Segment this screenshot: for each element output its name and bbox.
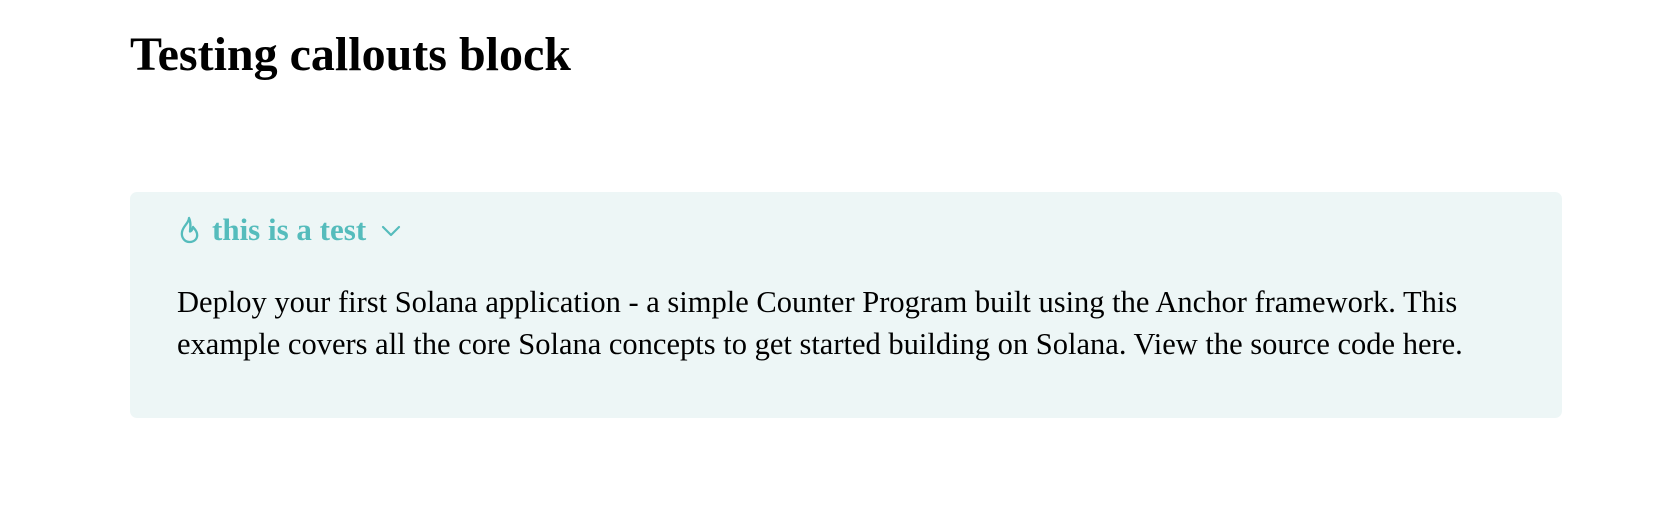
callout-title: this is a test (212, 212, 367, 247)
callout-toggle[interactable]: this is a test (176, 212, 402, 248)
callout-body-text: Deploy your first Solana application - a… (177, 285, 1463, 361)
callout-block: this is a test Deploy your first Solana … (130, 192, 1562, 418)
chevron-down-icon[interactable] (380, 224, 402, 238)
flame-icon (176, 215, 203, 245)
page-title: Testing callouts block (130, 28, 571, 81)
